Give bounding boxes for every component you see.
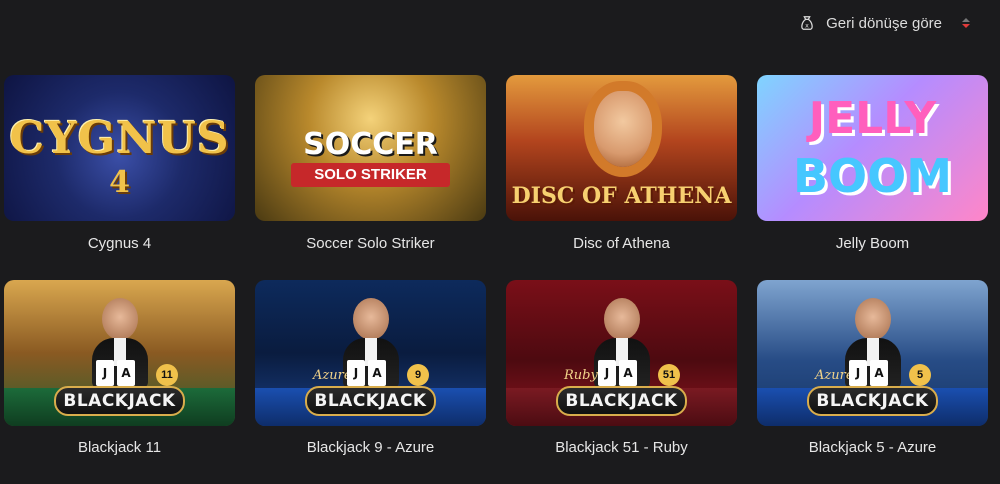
game-logo-text: JELLY bbox=[808, 93, 937, 144]
game-thumbnail[interactable]: CYGNUS 4 bbox=[4, 75, 235, 221]
playing-cards-icon: JA bbox=[849, 360, 888, 386]
game-thumbnail[interactable]: SOCCER SOLO STRIKER bbox=[255, 75, 486, 221]
game-card-soccer-solo-striker[interactable]: SOCCER SOLO STRIKER Soccer Solo Striker bbox=[255, 75, 486, 280]
playing-cards-icon: JA bbox=[347, 360, 386, 386]
playing-cards-icon: JA bbox=[96, 360, 135, 386]
game-logo-subtitle: SOLO STRIKER bbox=[291, 163, 450, 187]
game-thumbnail[interactable]: JA 11 BLACKJACK bbox=[4, 280, 235, 426]
sort-bag-icon: x bbox=[801, 16, 813, 30]
playing-cards-icon: JA bbox=[598, 360, 637, 386]
table-number-badge: 5 bbox=[909, 364, 931, 386]
athena-portrait bbox=[594, 91, 652, 167]
game-logo-text: CYGNUS bbox=[9, 113, 230, 164]
game-title[interactable]: Disc of Athena bbox=[506, 235, 737, 280]
game-grid: CYGNUS 4 Cygnus 4 SOCCER SOLO STRIKER So… bbox=[4, 75, 988, 484]
game-card-blackjack-9-azure[interactable]: Azure JA 9 BLACKJACK Blackjack 9 - Azure bbox=[255, 280, 486, 484]
game-thumbnail[interactable]: Azure JA 5 BLACKJACK bbox=[757, 280, 988, 426]
game-logo-text: SOCCER bbox=[303, 127, 438, 162]
table-number-badge: 11 bbox=[156, 364, 178, 386]
game-logo-number: 4 bbox=[109, 165, 130, 200]
game-card-cygnus-4[interactable]: CYGNUS 4 Cygnus 4 bbox=[4, 75, 235, 280]
game-thumbnail[interactable]: Ruby JA 51 BLACKJACK bbox=[506, 280, 737, 426]
game-card-disc-of-athena[interactable]: DISC OF ATHENA Disc of Athena bbox=[506, 75, 737, 280]
table-number-badge: 9 bbox=[407, 364, 429, 386]
blackjack-banner: BLACKJACK bbox=[305, 386, 436, 416]
sort-label: Geri dönüşe göre bbox=[826, 14, 942, 32]
game-logo-text: BOOM bbox=[792, 149, 953, 203]
blackjack-banner: BLACKJACK bbox=[556, 386, 687, 416]
variant-tag: Azure bbox=[815, 368, 854, 383]
svg-text:x: x bbox=[805, 23, 809, 30]
sort-caret-icon[interactable] bbox=[962, 18, 970, 28]
table-number-badge: 51 bbox=[658, 364, 680, 386]
game-title[interactable]: Blackjack 9 - Azure bbox=[255, 439, 486, 484]
game-title[interactable]: Blackjack 51 - Ruby bbox=[506, 439, 737, 484]
game-card-blackjack-51-ruby[interactable]: Ruby JA 51 BLACKJACK Blackjack 51 - Ruby bbox=[506, 280, 737, 484]
game-logo-text: DISC OF ATHENA bbox=[511, 183, 732, 209]
sort-dropdown[interactable]: x Geri dönüşe göre bbox=[798, 14, 970, 32]
game-card-jelly-boom[interactable]: JELLY BOOM Jelly Boom bbox=[757, 75, 988, 280]
game-card-blackjack-11[interactable]: JA 11 BLACKJACK Blackjack 11 bbox=[4, 280, 235, 484]
variant-tag: Azure bbox=[313, 368, 352, 383]
blackjack-banner: BLACKJACK bbox=[807, 386, 938, 416]
game-title[interactable]: Cygnus 4 bbox=[4, 235, 235, 280]
game-title[interactable]: Jelly Boom bbox=[757, 235, 988, 280]
variant-tag: Ruby bbox=[564, 368, 598, 383]
game-thumbnail[interactable]: Azure JA 9 BLACKJACK bbox=[255, 280, 486, 426]
game-card-blackjack-5-azure[interactable]: Azure JA 5 BLACKJACK Blackjack 5 - Azure bbox=[757, 280, 988, 484]
game-title[interactable]: Blackjack 11 bbox=[4, 439, 235, 484]
game-title[interactable]: Soccer Solo Striker bbox=[255, 235, 486, 280]
game-thumbnail[interactable]: JELLY BOOM bbox=[757, 75, 988, 221]
blackjack-banner: BLACKJACK bbox=[54, 386, 185, 416]
game-title[interactable]: Blackjack 5 - Azure bbox=[757, 439, 988, 484]
game-thumbnail[interactable]: DISC OF ATHENA bbox=[506, 75, 737, 221]
